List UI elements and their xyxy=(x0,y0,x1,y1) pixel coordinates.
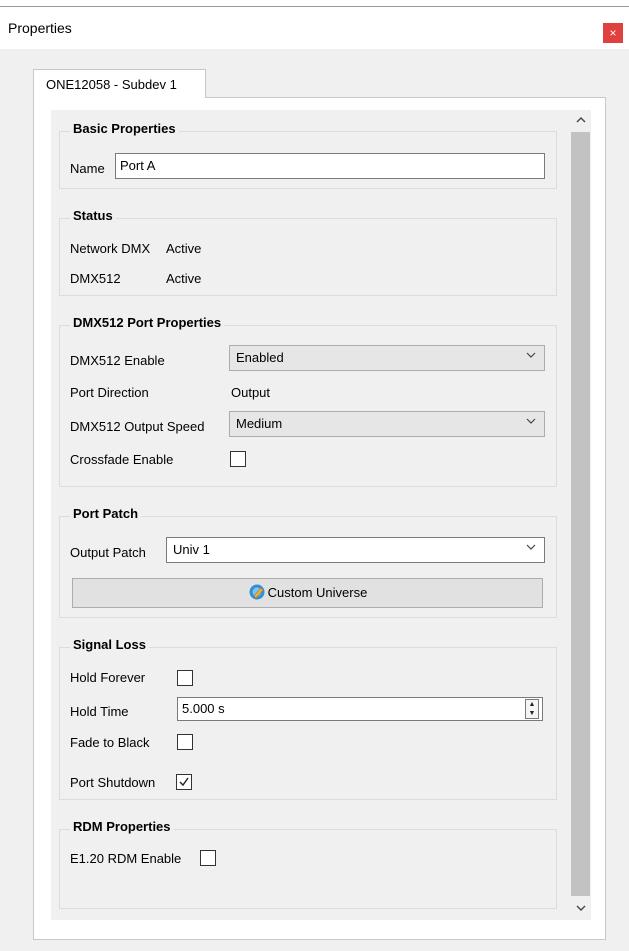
status-network-dmx-label: Network DMX xyxy=(70,241,151,256)
fade-to-black-checkbox[interactable] xyxy=(177,734,193,750)
scroll-down-icon[interactable] xyxy=(570,898,591,920)
status-dmx512-value: Active xyxy=(166,271,202,286)
window-title: Properties xyxy=(8,20,72,36)
port-shutdown-checkbox[interactable] xyxy=(176,774,192,790)
chevron-down-icon xyxy=(526,544,536,550)
group-title: Port Patch xyxy=(70,506,142,521)
custom-universe-button[interactable]: Custom Universe xyxy=(72,578,543,608)
scroll-up-icon[interactable] xyxy=(570,110,591,132)
dmx512-enable-select[interactable]: Enabled xyxy=(229,345,545,371)
hold-time-label: Hold Time xyxy=(70,704,129,719)
status-network-dmx-value: Active xyxy=(166,241,202,256)
port-direction-value: Output xyxy=(231,385,271,400)
close-button[interactable]: × xyxy=(603,23,623,43)
dmx512-enable-value: Enabled xyxy=(236,350,284,365)
port-direction-label: Port Direction xyxy=(70,385,149,400)
group-status: Status xyxy=(59,208,557,296)
group-title: DMX512 Port Properties xyxy=(70,315,225,330)
hold-forever-label: Hold Forever xyxy=(70,670,146,685)
output-patch-select[interactable]: Univ 1 xyxy=(166,537,545,563)
name-label: Name xyxy=(70,161,105,176)
title-bar: Properties × xyxy=(0,7,629,49)
output-patch-value: Univ 1 xyxy=(173,542,210,557)
custom-universe-icon xyxy=(249,584,265,600)
group-title: Basic Properties xyxy=(70,121,179,136)
vertical-scrollbar[interactable] xyxy=(570,110,591,920)
chevron-down-icon xyxy=(526,418,536,424)
group-title: RDM Properties xyxy=(70,819,174,834)
group-rdm-properties: RDM Properties xyxy=(59,819,557,909)
dmx512-output-speed-select[interactable]: Medium xyxy=(229,411,545,437)
hold-time-value: 5.000 s xyxy=(182,701,225,716)
dmx512-output-speed-label: DMX512 Output Speed xyxy=(70,419,205,434)
group-title: Signal Loss xyxy=(70,637,149,652)
output-patch-label: Output Patch xyxy=(70,545,146,560)
status-dmx512-label: DMX512 xyxy=(70,271,121,286)
dmx512-output-speed-value: Medium xyxy=(236,416,283,431)
group-title: Status xyxy=(70,208,116,223)
tab-label: ONE12058 - Subdev 1 xyxy=(46,77,177,92)
rdm-enable-checkbox[interactable] xyxy=(200,850,216,866)
tab-subdevice[interactable]: ONE12058 - Subdev 1 xyxy=(33,69,206,98)
hold-forever-checkbox[interactable] xyxy=(177,670,193,686)
close-icon: × xyxy=(609,26,617,40)
dmx512-enable-label: DMX512 Enable xyxy=(70,353,165,368)
rdm-enable-label: E1.20 RDM Enable xyxy=(70,851,182,866)
scroll-thumb[interactable] xyxy=(571,132,590,896)
hold-time-field[interactable]: 5.000 s xyxy=(177,697,543,721)
chevron-down-icon xyxy=(526,352,536,358)
checkmark-icon xyxy=(179,777,189,787)
custom-universe-label: Custom Universe xyxy=(267,585,368,600)
spin-up-icon[interactable]: ▲ xyxy=(526,700,538,709)
name-field[interactable]: Port A xyxy=(115,153,545,179)
crossfade-enable-checkbox[interactable] xyxy=(230,451,246,467)
hold-time-spinner[interactable]: ▲ ▼ xyxy=(525,699,539,719)
fade-to-black-label: Fade to Black xyxy=(70,735,150,750)
port-shutdown-label: Port Shutdown xyxy=(70,775,156,790)
spin-down-icon[interactable]: ▼ xyxy=(526,709,538,718)
crossfade-enable-label: Crossfade Enable xyxy=(70,452,174,467)
